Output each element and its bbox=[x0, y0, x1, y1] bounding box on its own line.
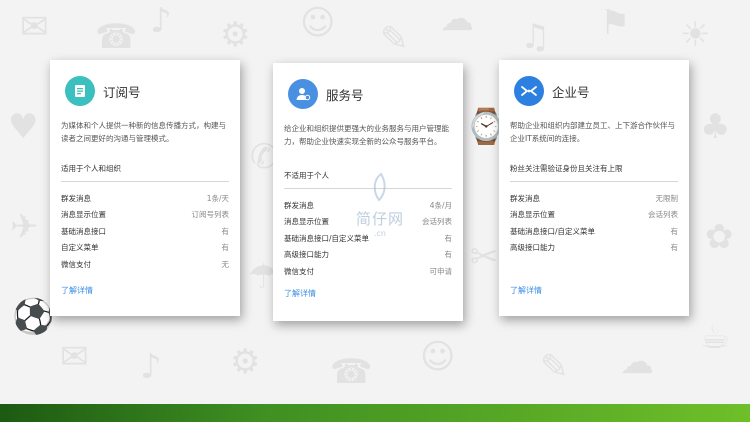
bottom-bar bbox=[0, 404, 750, 422]
feature-row: 微信支付 无 bbox=[61, 256, 229, 273]
feature-list: 群发消息 4条/月 消息显示位置 会话列表 基础消息接口/自定义菜单 有 高级接… bbox=[284, 197, 452, 280]
feature-row: 基础消息接口/自定义菜单 有 bbox=[284, 230, 452, 247]
feature-key: 消息显示位置 bbox=[284, 217, 329, 227]
document-icon bbox=[65, 76, 95, 106]
feature-list: 群发消息 1条/天 消息显示位置 订阅号列表 基础消息接口 有 自定义菜单 有 … bbox=[61, 190, 229, 273]
feature-key: 高级接口能力 bbox=[510, 243, 555, 253]
feature-key: 基础消息接口 bbox=[61, 226, 106, 236]
feature-value: 有 bbox=[221, 243, 230, 253]
feature-key: 微信支付 bbox=[61, 259, 91, 269]
feature-value: 有 bbox=[444, 233, 453, 243]
feature-key: 消息显示位置 bbox=[61, 210, 106, 220]
feature-list: 群发消息 无限制 消息显示位置 会话列表 基础消息接口/自定义菜单 有 高级接口… bbox=[510, 190, 678, 256]
feature-row: 消息显示位置 订阅号列表 bbox=[61, 207, 229, 224]
card-description: 为媒体和个人提供一种新的信息传播方式，构建与读者之间更好的沟通与管理模式。 bbox=[61, 121, 226, 143]
feature-row: 群发消息 4条/月 bbox=[284, 197, 452, 214]
card-title: 订阅号 bbox=[103, 84, 141, 100]
card-enterprise: 企业号 帮助企业和组织内部建立员工、上下游合作伙伴与企业IT系统间的连接。 粉丝… bbox=[499, 60, 689, 316]
card-description: 帮助企业和组织内部建立员工、上下游合作伙伴与企业IT系统间的连接。 bbox=[510, 121, 675, 143]
card-description: 给企业和组织提供更强大的业务服务与用户管理能力，帮助企业快速实现全新的公众号服务… bbox=[284, 124, 449, 146]
feature-row: 群发消息 无限制 bbox=[510, 190, 678, 207]
feature-value: 会话列表 bbox=[422, 217, 452, 227]
feature-value: 有 bbox=[221, 226, 230, 236]
user-service-icon bbox=[288, 79, 318, 109]
feature-row: 微信支付 可申请 bbox=[284, 263, 452, 280]
feature-value: 可申请 bbox=[429, 266, 453, 276]
feature-key: 自定义菜单 bbox=[61, 243, 99, 253]
feature-value: 有 bbox=[444, 250, 453, 260]
feature-key: 微信支付 bbox=[284, 266, 314, 276]
feature-row: 基础消息接口/自定义菜单 有 bbox=[510, 223, 678, 240]
feature-key: 基础消息接口/自定义菜单 bbox=[284, 233, 370, 243]
card-subscription: 订阅号 为媒体和个人提供一种新的信息传播方式，构建与读者之间更好的沟通与管理模式… bbox=[50, 60, 240, 316]
feature-row: 基础消息接口 有 bbox=[61, 223, 229, 240]
feature-value: 无 bbox=[221, 259, 230, 269]
feature-value: 1条/天 bbox=[206, 193, 229, 203]
feature-value: 会话列表 bbox=[648, 210, 678, 220]
feature-key: 消息显示位置 bbox=[510, 210, 555, 220]
card-audience: 粉丝关注需验证身份且关注有上限 bbox=[510, 163, 678, 182]
feature-value: 4条/月 bbox=[429, 200, 452, 210]
card-audience: 适用于个人和组织 bbox=[61, 163, 229, 182]
card-audience: 不适用于个人 bbox=[284, 170, 452, 189]
feature-key: 高级接口能力 bbox=[284, 250, 329, 260]
feature-key: 群发消息 bbox=[510, 193, 540, 203]
feature-row: 高级接口能力 有 bbox=[510, 240, 678, 257]
feature-value: 订阅号列表 bbox=[191, 210, 230, 220]
learn-more-link[interactable]: 了解详情 bbox=[61, 285, 93, 296]
enterprise-icon bbox=[514, 76, 544, 106]
card-title: 企业号 bbox=[552, 84, 590, 100]
feature-value: 有 bbox=[670, 243, 679, 253]
card-header: 订阅号 bbox=[61, 74, 229, 108]
feature-key: 基础消息接口/自定义菜单 bbox=[510, 226, 596, 236]
card-header: 服务号 bbox=[284, 77, 452, 111]
feature-row: 消息显示位置 会话列表 bbox=[284, 214, 452, 231]
feature-key: 群发消息 bbox=[284, 200, 314, 210]
feature-key: 群发消息 bbox=[61, 193, 91, 203]
feature-row: 高级接口能力 有 bbox=[284, 247, 452, 264]
feature-row: 消息显示位置 会话列表 bbox=[510, 207, 678, 224]
feature-row: 自定义菜单 有 bbox=[61, 240, 229, 257]
card-header: 企业号 bbox=[510, 74, 678, 108]
feature-value: 有 bbox=[670, 226, 679, 236]
card-service: 服务号 给企业和组织提供更强大的业务服务与用户管理能力，帮助企业快速实现全新的公… bbox=[273, 63, 463, 321]
feature-value: 无限制 bbox=[655, 193, 679, 203]
learn-more-link[interactable]: 了解详情 bbox=[284, 288, 316, 299]
learn-more-link[interactable]: 了解详情 bbox=[510, 285, 542, 296]
feature-row: 群发消息 1条/天 bbox=[61, 190, 229, 207]
card-title: 服务号 bbox=[326, 87, 364, 103]
